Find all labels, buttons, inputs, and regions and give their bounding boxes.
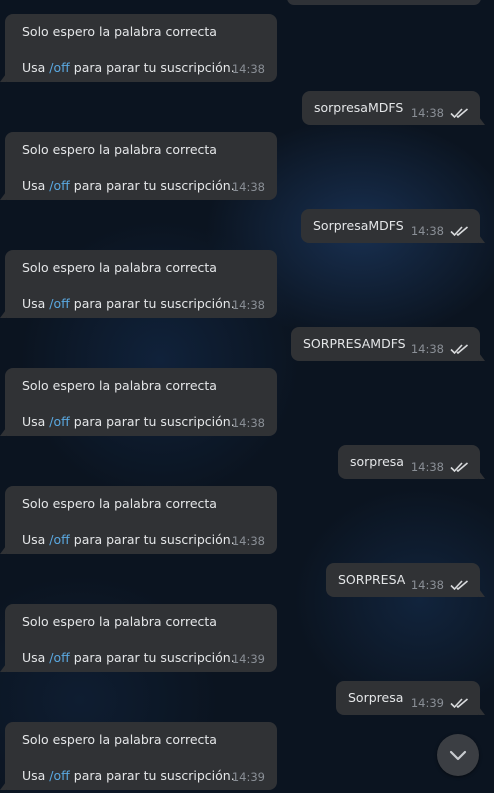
double-check-icon — [450, 344, 469, 355]
message-text: sorpresa — [350, 454, 404, 469]
message-text: SORPRESA — [338, 572, 406, 587]
text-prefix: Usa — [22, 414, 50, 429]
message-time: 14:38 — [410, 224, 444, 238]
outgoing-message: SORPRESA 14:38 — [326, 563, 485, 597]
outgoing-message: sorpresaMDFS 14:38 — [302, 91, 485, 125]
outgoing-message: Sorpresa 14:39 — [336, 681, 485, 715]
chevron-down-icon — [449, 750, 467, 760]
incoming-message: Solo espero la palabra correcta Usa /off… — [0, 14, 277, 82]
text-suffix: para parar tu suscripción. — [69, 650, 235, 665]
message-text: sorpresaMDFS — [314, 100, 404, 115]
incoming-message: Solo espero la palabra correcta Usa /off… — [0, 368, 277, 436]
text-suffix: para parar tu suscripción. — [69, 532, 235, 547]
message-time: 14:38 — [231, 534, 265, 548]
message-text: Solo espero la palabra correcta — [22, 732, 217, 747]
message-text: Solo espero la palabra correcta — [22, 496, 217, 511]
message-time: 14:38 — [410, 106, 444, 120]
incoming-message: Solo espero la palabra correcta Usa /off… — [0, 722, 277, 790]
message-text: Solo espero la palabra correcta — [22, 378, 217, 393]
message-text-line2: Usa /off para parar tu suscripción. — [22, 768, 235, 783]
outgoing-message: sorpresa 14:38 — [338, 445, 485, 479]
text-prefix: Usa — [22, 532, 50, 547]
message-time: 14:39 — [231, 770, 265, 784]
off-command-link[interactable]: /off — [49, 532, 69, 547]
text-prefix: Usa — [22, 60, 50, 75]
text-suffix: para parar tu suscripción. — [69, 414, 235, 429]
message-text-line2: Usa /off para parar tu suscripción. — [22, 178, 235, 193]
message-text-line2: Usa /off para parar tu suscripción. — [22, 414, 235, 429]
off-command-link[interactable]: /off — [49, 768, 69, 783]
message-text-line2: Usa /off para parar tu suscripción. — [22, 650, 235, 665]
message-text-line2: Usa /off para parar tu suscripción. — [22, 532, 235, 547]
scroll-down-button[interactable] — [437, 734, 479, 776]
double-check-icon — [450, 698, 469, 709]
double-check-icon — [450, 108, 469, 119]
message-text: SorpresaMDFS — [313, 218, 404, 233]
double-check-icon — [450, 580, 469, 591]
message-time: 14:38 — [231, 416, 265, 430]
off-command-link[interactable]: /off — [49, 650, 69, 665]
text-suffix: para parar tu suscripción. — [69, 60, 235, 75]
text-prefix: Usa — [22, 768, 50, 783]
double-check-icon — [450, 462, 469, 473]
text-suffix: para parar tu suscripción. — [69, 178, 235, 193]
off-command-link[interactable]: /off — [49, 414, 69, 429]
text-prefix: Usa — [22, 650, 50, 665]
off-command-link[interactable]: /off — [49, 178, 69, 193]
message-bubble-partial — [287, 0, 481, 5]
text-prefix: Usa — [22, 296, 50, 311]
message-text: Solo espero la palabra correcta — [22, 142, 217, 157]
message-text: Sorpresa — [348, 690, 404, 705]
message-text: Solo espero la palabra correcta — [22, 260, 217, 275]
message-time: 14:38 — [410, 578, 444, 592]
off-command-link[interactable]: /off — [49, 60, 69, 75]
message-time: 14:38 — [410, 460, 444, 474]
incoming-message: Solo espero la palabra correcta Usa /off… — [0, 604, 277, 672]
outgoing-message: SORPRESAMDFS 14:38 — [291, 327, 485, 361]
text-suffix: para parar tu suscripción. — [69, 768, 235, 783]
message-time: 14:38 — [231, 62, 265, 76]
message-time: 14:39 — [231, 652, 265, 666]
message-text: SORPRESAMDFS — [303, 336, 406, 351]
message-time: 14:38 — [231, 298, 265, 312]
message-text-line2: Usa /off para parar tu suscripción. — [22, 60, 235, 75]
text-suffix: para parar tu suscripción. — [69, 296, 235, 311]
message-time: 14:38 — [231, 180, 265, 194]
message-text: Solo espero la palabra correcta — [22, 614, 217, 629]
off-command-link[interactable]: /off — [49, 296, 69, 311]
message-time: 14:39 — [410, 696, 444, 710]
double-check-icon — [450, 226, 469, 237]
message-text: Solo espero la palabra correcta — [22, 24, 217, 39]
incoming-message: Solo espero la palabra correcta Usa /off… — [0, 132, 277, 200]
message-text-line2: Usa /off para parar tu suscripción. — [22, 296, 235, 311]
incoming-message: Solo espero la palabra correcta Usa /off… — [0, 486, 277, 554]
outgoing-message: SorpresaMDFS 14:38 — [301, 209, 485, 243]
incoming-message: Solo espero la palabra correcta Usa /off… — [0, 250, 277, 318]
text-prefix: Usa — [22, 178, 50, 193]
message-time: 14:38 — [410, 342, 444, 356]
